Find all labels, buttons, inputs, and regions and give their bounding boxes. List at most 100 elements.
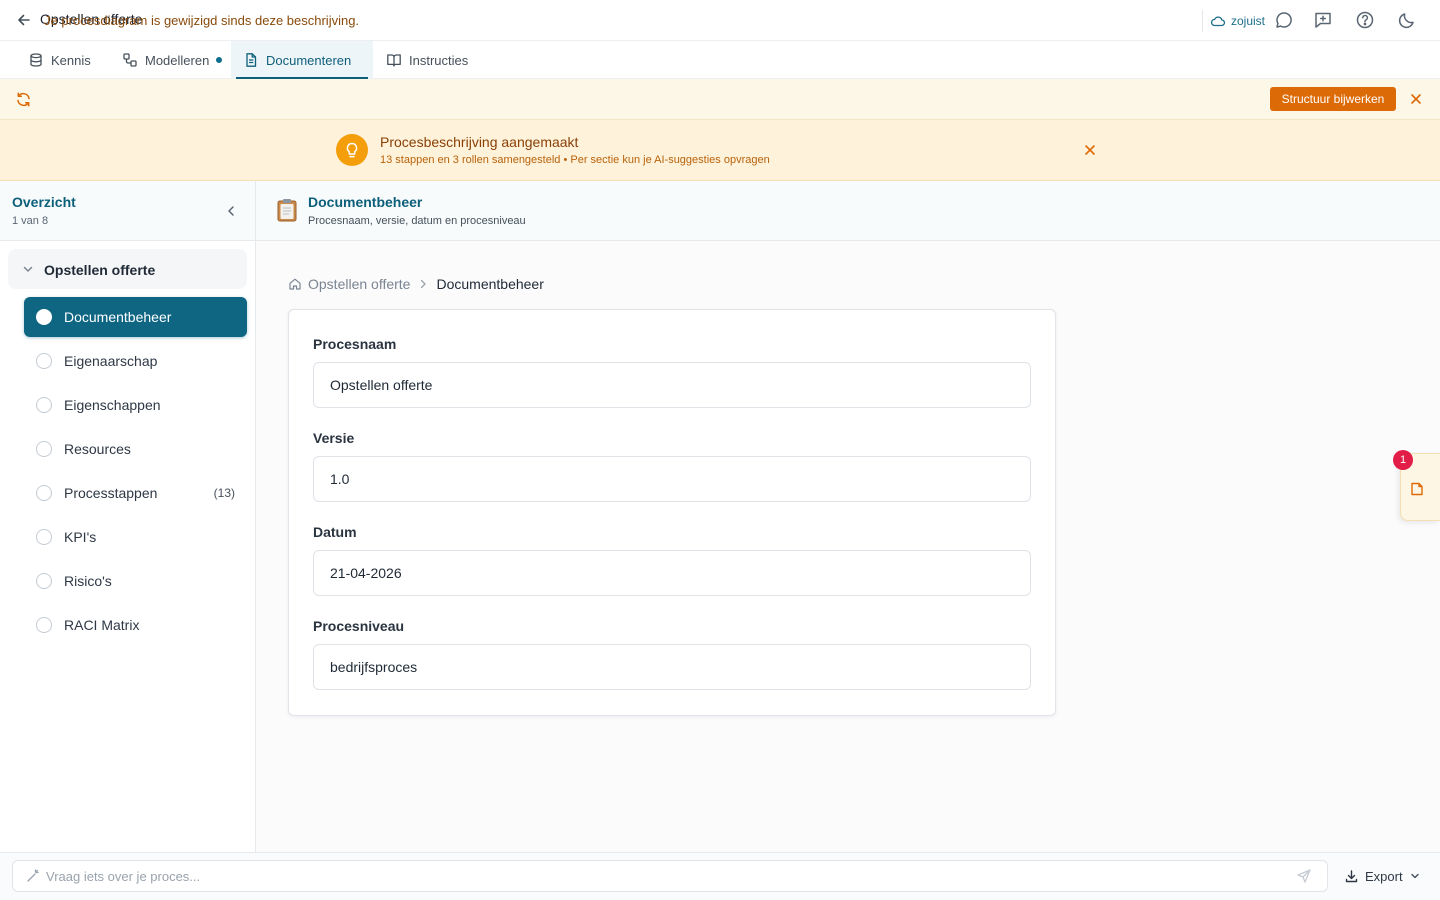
help-button[interactable] [1355, 10, 1375, 30]
sidebar-item-label: RACI Matrix [64, 617, 140, 633]
note-icon [1409, 481, 1425, 497]
procesnaam-label: Procesnaam [313, 336, 397, 352]
status-radio [36, 617, 52, 633]
magic-wand-icon [25, 868, 41, 884]
procesnaam-input[interactable] [313, 362, 1031, 408]
tab-modelleren-label: Modelleren [145, 52, 210, 68]
sidebar-progress: 1 van 8 [12, 215, 49, 227]
chat-bubble-icon [1276, 12, 1292, 28]
tab-modelleren[interactable]: Modelleren [110, 41, 234, 79]
sidebar-item-label: Risico's [64, 573, 112, 589]
versie-label: Versie [313, 430, 355, 446]
breadcrumb-current: Documentbeheer [436, 276, 544, 292]
chevron-left-icon [228, 206, 234, 216]
close-icon [1085, 145, 1095, 155]
book-open-icon [387, 54, 401, 67]
tab-instructies-label: Instructies [409, 52, 469, 68]
success-banner-subtitle: 13 stappen en 3 rollen samengesteld • Pe… [380, 154, 770, 166]
sidebar-item-count: (13) [213, 486, 235, 500]
top-divider [1202, 10, 1203, 32]
file-text-icon [246, 53, 257, 67]
sidebar-title: Overzicht [12, 194, 76, 210]
sidebar-item-label: Processtappen [64, 485, 158, 501]
bulb-badge [336, 134, 368, 166]
send-button[interactable] [1296, 868, 1312, 884]
save-status: zojuist [1210, 12, 1265, 30]
tab-documenteren[interactable]: Documenteren [231, 41, 373, 79]
status-radio [36, 441, 52, 457]
status-radio [36, 573, 52, 589]
diagram-icon [123, 53, 137, 67]
change-banner-close[interactable] [1408, 91, 1424, 107]
sidebar-item-label: Resources [64, 441, 131, 457]
success-banner-title: Procesbeschrijving aangemaakt [380, 134, 579, 150]
close-icon [1411, 94, 1421, 104]
content-header [256, 181, 1440, 241]
ask-input[interactable] [46, 866, 1286, 886]
section-title: Documentbeheer [308, 194, 423, 210]
lightbulb-icon [346, 142, 358, 158]
save-status-text: zojuist [1231, 14, 1266, 28]
sidebar-item-label: Eigenschappen [64, 397, 161, 413]
help-circle-icon [1356, 11, 1374, 29]
procesniveau-label: Procesniveau [313, 618, 405, 634]
status-radio [36, 485, 52, 501]
tab-kennis[interactable]: Kennis [16, 41, 103, 79]
sidebar-header [0, 181, 255, 241]
breadcrumb: Opstellen offerte Documentbeheer [288, 275, 544, 293]
status-radio [36, 397, 52, 413]
sidebar-item-processtappen[interactable]: Processtappen (13) [24, 473, 247, 513]
change-banner [0, 79, 1440, 120]
sidebar-item-eigenaarschap[interactable]: Eigenaarschap [24, 341, 247, 381]
tab-bar: Kennis Modelleren Documenteren Instructi… [0, 41, 1440, 79]
status-radio [36, 529, 52, 545]
update-structure-button[interactable]: Structuur bijwerken [1270, 87, 1396, 111]
status-radio [36, 309, 52, 325]
sidebar-item-label: KPI's [64, 529, 97, 545]
sidebar-item-resources[interactable]: Resources [24, 429, 247, 469]
arrow-left-icon [18, 14, 30, 26]
back-button[interactable] [14, 10, 34, 30]
success-banner [0, 120, 1440, 181]
tab-instructies[interactable]: Instructies [374, 41, 480, 79]
success-banner-close[interactable] [1082, 142, 1098, 158]
chevron-down-icon [1410, 873, 1419, 879]
sidebar-item-eigenschappen[interactable]: Eigenschappen [24, 385, 247, 425]
unsaved-indicator [216, 57, 223, 63]
notification-badge: 1 [1393, 450, 1413, 470]
sidebar-item-risicos[interactable]: Risico's [24, 561, 247, 601]
home-icon [289, 278, 301, 290]
theme-toggle[interactable] [1397, 10, 1417, 30]
collapse-sidebar-button[interactable] [222, 202, 240, 220]
sidebar-item-kpis[interactable]: KPI's [24, 517, 247, 557]
chevron-down-icon [20, 261, 36, 277]
versie-input[interactable] [313, 456, 1031, 502]
datum-input[interactable] [313, 550, 1031, 596]
status-radio [36, 353, 52, 369]
message-plus-icon [1315, 12, 1331, 28]
sidebar-group-label: Opstellen offerte [44, 262, 156, 278]
chevron-right-icon [421, 279, 427, 289]
breadcrumb-home[interactable]: Opstellen offerte [308, 276, 410, 292]
download-icon [1345, 869, 1358, 882]
moon-icon [1398, 13, 1414, 29]
clipboard-icon [276, 198, 298, 222]
sidebar-item-label: Eigenaarschap [64, 353, 158, 369]
feedback-button[interactable] [1313, 10, 1333, 30]
procesniveau-input[interactable] [313, 644, 1031, 690]
tab-kennis-label: Kennis [51, 52, 91, 68]
change-banner-text: Je procesdiagram is gewijzigd sinds deze… [44, 13, 360, 28]
database-icon [30, 53, 42, 67]
datum-label: Datum [313, 524, 357, 540]
refresh-icon [15, 91, 32, 108]
sidebar-item-documentbeheer[interactable]: Documentbeheer [24, 297, 247, 337]
chat-button[interactable] [1274, 10, 1294, 30]
sidebar-item-raci-matrix[interactable]: RACI Matrix [24, 605, 247, 645]
cloud-icon [1210, 16, 1226, 27]
tab-documenteren-label: Documenteren [266, 52, 352, 68]
export-button[interactable]: Export [1344, 866, 1421, 886]
export-label: Export [1365, 868, 1403, 884]
sidebar-item-label: Documentbeheer [64, 309, 172, 325]
send-icon [1297, 869, 1311, 883]
section-subtitle: Procesnaam, versie, datum en procesnivea… [308, 215, 526, 227]
